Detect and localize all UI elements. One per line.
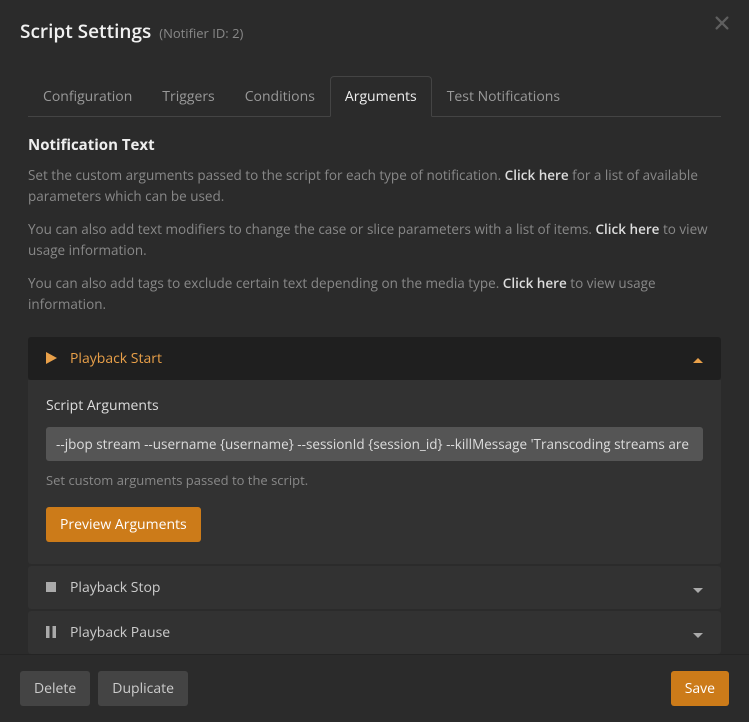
- modal-footer: Delete Duplicate Save: [0, 654, 749, 722]
- accordion-title: Playback Stop: [70, 578, 691, 597]
- help-paragraph-modifiers: You can also add text modifiers to chang…: [28, 219, 721, 261]
- script-arguments-input[interactable]: [46, 427, 703, 461]
- accordion-item-playback-pause: Playback Pause: [28, 611, 721, 654]
- chevron-up-icon: [691, 351, 705, 365]
- help-paragraph-tags: You can also add tags to exclude certain…: [28, 273, 721, 315]
- triggers-accordion: Playback Start Script Arguments Set cust…: [28, 337, 721, 654]
- chevron-down-icon: [691, 625, 705, 639]
- help-text: Set the custom arguments passed to the s…: [28, 166, 505, 184]
- tab-test-notifications[interactable]: Test Notifications: [432, 76, 575, 117]
- script-settings-modal: Script Settings (Notifier ID: 2) Configu…: [0, 0, 749, 722]
- accordion-title: Playback Start: [70, 349, 691, 368]
- accordion-body-playback-start: Script Arguments Set custom arguments pa…: [28, 380, 721, 564]
- help-text: You can also add text modifiers to chang…: [28, 220, 595, 238]
- delete-button[interactable]: Delete: [20, 671, 90, 706]
- help-text: You can also add tags to exclude certain…: [28, 274, 503, 292]
- accordion-header-playback-stop[interactable]: Playback Stop: [28, 566, 721, 609]
- tab-arguments[interactable]: Arguments: [330, 76, 432, 117]
- pause-icon: [44, 625, 58, 639]
- accordion-header-playback-pause[interactable]: Playback Pause: [28, 611, 721, 654]
- modifiers-link[interactable]: Click here: [595, 220, 659, 238]
- accordion-title: Playback Pause: [70, 623, 691, 642]
- tab-triggers[interactable]: Triggers: [147, 76, 229, 117]
- save-button[interactable]: Save: [671, 671, 729, 706]
- play-icon: [44, 351, 58, 365]
- help-paragraph-parameters: Set the custom arguments passed to the s…: [28, 165, 721, 207]
- script-arguments-label: Script Arguments: [46, 396, 703, 415]
- close-icon[interactable]: [713, 14, 731, 32]
- tags-link[interactable]: Click here: [503, 274, 567, 292]
- spacer: [196, 671, 663, 706]
- script-arguments-help: Set custom arguments passed to the scrip…: [46, 471, 703, 489]
- modal-header: Script Settings (Notifier ID: 2): [0, 0, 749, 58]
- notifier-id: (Notifier ID: 2): [159, 24, 243, 42]
- modal-title: Script Settings: [20, 18, 151, 44]
- tab-conditions[interactable]: Conditions: [230, 76, 330, 117]
- duplicate-button[interactable]: Duplicate: [98, 671, 188, 706]
- preview-arguments-button[interactable]: Preview Arguments: [46, 507, 201, 542]
- accordion-header-playback-start[interactable]: Playback Start: [28, 337, 721, 380]
- tabs: Configuration Triggers Conditions Argume…: [28, 76, 721, 117]
- modal-body: Configuration Triggers Conditions Argume…: [0, 58, 749, 654]
- parameters-link[interactable]: Click here: [505, 166, 569, 184]
- stop-icon: [44, 580, 58, 594]
- accordion-item-playback-stop: Playback Stop: [28, 566, 721, 609]
- chevron-down-icon: [691, 580, 705, 594]
- accordion-item-playback-start: Playback Start Script Arguments Set cust…: [28, 337, 721, 564]
- section-title: Notification Text: [28, 135, 721, 155]
- tab-configuration[interactable]: Configuration: [28, 76, 147, 117]
